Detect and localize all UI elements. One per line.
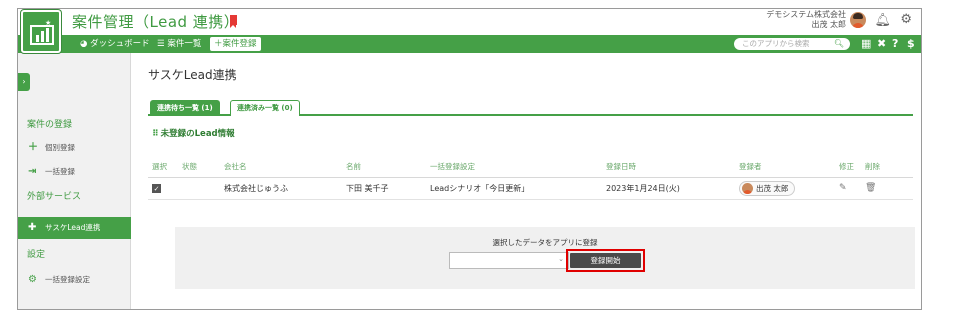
gear-icon[interactable]: ⚙ xyxy=(900,12,912,27)
table-header-row: 選択 状態 会社名 名前 一括登録設定 登録日時 登録者 修正 削除 xyxy=(148,157,913,178)
col-status: 状態 xyxy=(178,157,220,178)
table-row: ✓ 株式会社じゅうふ 下田 美千子 Leadシナリオ「今日更新」 2023年1月… xyxy=(148,177,913,200)
col-delete: 削除 xyxy=(861,157,913,178)
list-icon: ☰ xyxy=(157,39,165,49)
edit-icon[interactable]: ✎ xyxy=(839,183,847,193)
registrant-chip[interactable]: 出茂 太郎 xyxy=(739,180,796,196)
sidebar-section-external: 外部サービス xyxy=(27,192,82,202)
section-title: ⠿ 未登録のLead情報 xyxy=(152,129,235,139)
row-checkbox-cell: ✓ xyxy=(148,177,178,200)
company-name: デモシステム株式会社 xyxy=(766,10,846,19)
dashboard-icon: ◕ xyxy=(80,39,88,49)
plus-icon: ＋ xyxy=(28,142,38,153)
bookmark-icon[interactable] xyxy=(230,15,237,28)
chevron-down-icon: ⌄ xyxy=(558,255,564,263)
app-title: 案件管理（Lead 連携） xyxy=(72,13,240,31)
col-company: 会社名 xyxy=(220,157,342,178)
sidebar: › 案件の登録 ＋ 個別登録 ⇥ 一括登録 外部サービス ✚ サスケLead連携… xyxy=(18,53,131,309)
trash-icon[interactable]: 🗑︎ xyxy=(865,183,876,193)
sidebar-item-bulk-settings[interactable]: ⚙ 一括登録設定 xyxy=(18,269,131,291)
avatar[interactable] xyxy=(850,12,866,28)
main-content: サスケLead連携 連携待ち一覧 (1) 連携済み一覧 (0) ⠿ 未登録のLea… xyxy=(132,53,921,309)
app-window: 案件管理（Lead 連携） デモシステム株式会社 出茂 太郎 🔔︎ ⚙ ★ ◕ … xyxy=(17,8,922,310)
row-setting: Leadシナリオ「今日更新」 xyxy=(426,177,602,200)
register-label: 選択したデータをアプリに登録 xyxy=(492,238,598,247)
row-edit-cell: ✎ xyxy=(835,177,861,200)
row-company: 株式会社じゅうふ xyxy=(220,177,342,200)
col-edit: 修正 xyxy=(835,157,861,178)
puzzle-icon: ✚ xyxy=(28,222,37,233)
svg-text:★: ★ xyxy=(45,19,51,27)
plus-icon: ＋ xyxy=(214,39,223,49)
help-icon[interactable]: ? xyxy=(892,37,898,50)
start-register-button[interactable]: 登録開始 xyxy=(570,253,641,268)
user-name: 出茂 太郎 xyxy=(811,20,846,29)
main-nav: ◕ ダッシュボード ☰ 案件一覧 ＋案件登録 このアプリから検索 🔍︎ ▦ ✖ … xyxy=(18,35,921,53)
register-select[interactable]: ⌄ xyxy=(449,252,569,269)
nav-case-register[interactable]: ＋案件登録 xyxy=(210,37,261,51)
row-status xyxy=(178,177,220,200)
sidebar-section-settings: 設定 xyxy=(27,250,46,260)
sidebar-section-register: 案件の登録 xyxy=(27,120,73,130)
app-logo[interactable]: ★ xyxy=(21,10,61,53)
nav-case-list[interactable]: ☰ 案件一覧 xyxy=(157,35,201,53)
sidebar-toggle[interactable]: › xyxy=(18,73,30,91)
top-header: 案件管理（Lead 連携） デモシステム株式会社 出茂 太郎 🔔︎ ⚙ xyxy=(18,9,921,35)
row-registrant-cell: 出茂 太郎 xyxy=(735,177,835,200)
gear-icon: ⚙ xyxy=(28,274,37,285)
tools-icon[interactable]: ✖ xyxy=(877,37,886,50)
dollar-icon[interactable]: $ xyxy=(907,37,915,50)
tab-pending[interactable]: 連携待ち一覧 (1) xyxy=(150,100,220,116)
bell-icon[interactable]: 🔔︎ xyxy=(874,13,891,28)
search-icon[interactable]: 🔍︎ xyxy=(834,38,844,50)
nav-dashboard[interactable]: ◕ ダッシュボード xyxy=(80,35,150,53)
grip-icon: ⠿ xyxy=(152,129,159,139)
page-title: サスケLead連携 xyxy=(148,68,237,82)
col-name: 名前 xyxy=(342,157,426,178)
tab-completed[interactable]: 連携済み一覧 (0) xyxy=(230,100,300,116)
avatar xyxy=(742,183,753,194)
sidebar-item-sasuke-lead[interactable]: ✚ サスケLead連携 xyxy=(18,217,131,239)
row-delete-cell: 🗑︎ xyxy=(861,177,913,200)
sidebar-item-bulk[interactable]: ⇥ 一括登録 xyxy=(18,161,131,183)
lead-table: 選択 状態 会社名 名前 一括登録設定 登録日時 登録者 修正 削除 ✓ 株式会… xyxy=(148,157,913,200)
bulk-import-icon: ⇥ xyxy=(28,166,37,177)
col-select: 選択 xyxy=(148,157,178,178)
search-input[interactable]: このアプリから検索 🔍︎ xyxy=(734,38,850,50)
sidebar-item-individual[interactable]: ＋ 個別登録 xyxy=(18,137,131,159)
col-setting: 一括登録設定 xyxy=(426,157,602,178)
qr-icon[interactable]: ▦ xyxy=(861,37,871,50)
search-placeholder: このアプリから検索 xyxy=(742,39,810,48)
col-date: 登録日時 xyxy=(602,157,735,178)
tab-bar: 連携待ち一覧 (1) 連携済み一覧 (0) xyxy=(148,96,913,116)
user-info: デモシステム株式会社 出茂 太郎 xyxy=(766,10,846,30)
row-name: 下田 美千子 xyxy=(342,177,426,200)
row-checkbox[interactable]: ✓ xyxy=(152,183,161,193)
row-date: 2023年1月24日(火) xyxy=(602,177,735,200)
col-registrant: 登録者 xyxy=(735,157,835,178)
register-panel: 選択したデータをアプリに登録 ⌄ 登録開始 xyxy=(175,227,915,289)
